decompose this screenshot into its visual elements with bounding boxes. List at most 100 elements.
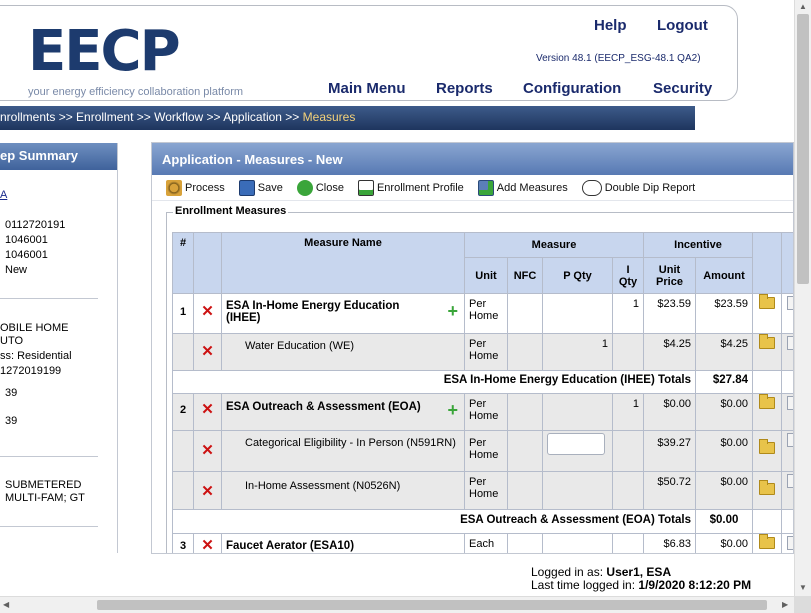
breadcrumb-application[interactable]: Application [223,110,282,124]
double-dip-report-label: Double Dip Report [604,181,696,194]
col-header-unit: Unit [464,257,508,294]
iqty-value [612,430,644,472]
row-action-button[interactable] [786,396,793,410]
row-action-button[interactable] [786,296,793,310]
row-action-button[interactable] [786,474,793,488]
row-action-button[interactable] [786,336,793,350]
pqty-value [542,471,613,510]
logo-tagline: your energy efficiency collaboration pla… [28,86,244,98]
pqty-value [542,393,613,431]
double-dip-report-button[interactable]: Double Dip Report [581,179,696,196]
iqty-value [612,533,644,553]
breadcrumb-enrollments[interactable]: nrollments [0,110,55,124]
nfc-value [507,333,543,371]
summary-link[interactable]: A [0,189,7,201]
col-header-extra [781,232,793,294]
summary-divider [0,456,98,457]
close-arrow-icon [296,179,313,196]
col-header-amount: Amount [695,257,753,294]
col-header-delete [193,232,222,294]
nfc-value [507,533,543,553]
logout-link[interactable]: Logout [657,17,708,34]
version-label: Version 48.1 (EECP_ESG-48.1 QA2) [536,53,701,64]
table-row: ✕ In-Home Assessment (N0526N) Per Home $… [172,471,793,510]
add-sub-measure-icon[interactable]: + [447,302,458,320]
last-login-value: 1/9/2020 8:12:20 PM [638,578,752,592]
delete-icon[interactable]: ✕ [201,402,214,417]
folder-icon[interactable] [759,394,775,409]
table-row: ✕ Water Education (WE) Per Home 1 $4.25 … [172,333,793,371]
unit-price-value: $6.83 [643,533,696,553]
unit-price-value: $4.25 [643,333,696,371]
scroll-up-icon[interactable]: ▲ [799,2,807,11]
page-title: Application - Measures - New [152,143,793,175]
delete-icon[interactable]: ✕ [201,443,214,458]
measure-name: ESA In-Home Energy Education (IHEE) [226,300,400,324]
breadcrumb: nrollments >> Enrollment >> Workflow >> … [0,106,695,130]
iqty-value: 1 [612,293,644,334]
logo-text: EECP [28,19,181,84]
nav-configuration[interactable]: Configuration [523,80,621,97]
add-sub-measure-icon[interactable]: + [447,401,458,419]
nav-security[interactable]: Security [653,80,712,97]
scroll-left-icon[interactable]: ◀ [3,600,9,609]
save-button[interactable]: Save [238,179,283,196]
table-row: ✕ Categorical Eligibility - In Person (N… [172,430,793,472]
save-label: Save [257,181,283,194]
measure-name: ESA Outreach & Assessment (EOA) [226,401,421,413]
process-button[interactable]: Process [166,179,225,196]
nav-reports[interactable]: Reports [436,80,493,97]
row-action-button[interactable] [786,433,793,447]
vertical-scrollbar[interactable]: ▲ ▼ [794,0,811,596]
folder-icon[interactable] [759,294,775,309]
amount-value: $0.00 [695,393,753,431]
row-num: 3 [172,533,194,553]
pqty-value [542,533,613,553]
totals-row: ESA Outreach & Assessment (EOA) Totals $… [172,509,793,534]
horizontal-scroll-thumb[interactable] [97,600,767,610]
summary-value: ss: Residential [0,350,72,362]
folder-icon[interactable] [759,534,775,549]
amount-value: $0.00 [695,471,753,510]
scroll-down-icon[interactable]: ▼ [799,583,807,592]
row-action-button[interactable] [786,536,793,550]
unit-value: Per Home [464,333,508,371]
delete-icon[interactable]: ✕ [201,304,214,319]
summary-divider [0,526,98,527]
summary-value: MULTI-FAM; GT [5,492,85,504]
horizontal-scrollbar[interactable]: ◀ ▶ [0,596,794,613]
row-num: 2 [172,393,194,431]
unit-value: Each [464,533,508,553]
enrollment-profile-button[interactable]: Enrollment Profile [357,179,464,196]
help-link[interactable]: Help [594,17,627,34]
folder-icon[interactable] [759,334,775,349]
unit-price-value: $23.59 [643,293,696,334]
breadcrumb-sep: >> [133,110,155,124]
nav-main-menu[interactable]: Main Menu [328,80,406,97]
close-button[interactable]: Close [296,179,344,196]
unit-price-value: $0.00 [643,393,696,431]
table-row: 1 ✕ ESA In-Home Energy Education (IHEE) … [172,293,793,334]
folder-icon[interactable] [759,439,775,454]
delete-icon[interactable]: ✕ [201,484,214,499]
unit-value: Per Home [464,293,508,334]
pqty-input[interactable] [547,433,605,455]
col-header-unit-price: Unit Price [643,257,696,294]
vertical-scroll-thumb[interactable] [797,14,809,284]
add-measures-button[interactable]: Add Measures [477,179,568,196]
delete-icon[interactable]: ✕ [201,538,214,553]
breadcrumb-enrollment[interactable]: Enrollment [76,110,133,124]
col-header-incentive: Incentive [643,232,753,258]
last-login-label: Last time logged in: [531,578,636,592]
iqty-value [612,333,644,371]
scroll-right-icon[interactable]: ▶ [782,600,788,609]
amount-value: $0.00 [695,430,753,472]
totals-value: $27.84 [695,370,753,394]
unit-price-value: $50.72 [643,471,696,510]
delete-icon[interactable]: ✕ [201,344,214,359]
enrollment-measures-fieldset: Enrollment Measures # Measure Name Measu… [166,205,793,553]
iqty-value [612,471,644,510]
breadcrumb-workflow[interactable]: Workflow [154,110,203,124]
folder-icon[interactable] [759,480,775,495]
totals-label: ESA In-Home Energy Education (IHEE) Tota… [172,370,696,394]
